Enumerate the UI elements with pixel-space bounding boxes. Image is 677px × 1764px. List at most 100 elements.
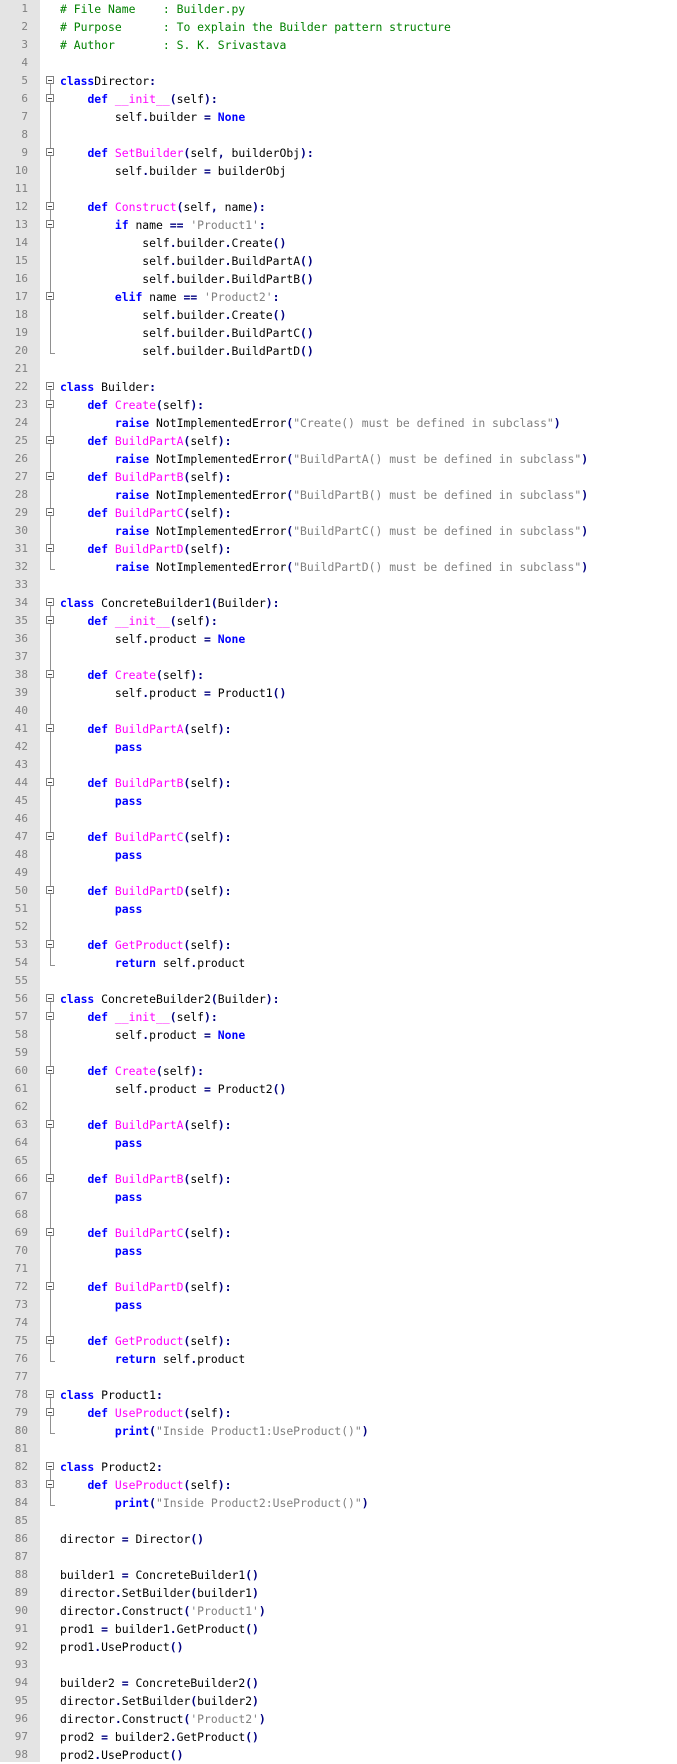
code-line[interactable]: 92 prod1.UseProduct() <box>0 1638 677 1656</box>
code-line[interactable]: 32 raise NotImplementedError("BuildPartD… <box>0 558 677 576</box>
code-line[interactable]: 87 <box>0 1548 677 1566</box>
code-line[interactable]: 14 self.builder.Create() <box>0 234 677 252</box>
code-line[interactable]: 20 self.builder.BuildPartD() <box>0 342 677 360</box>
code-line[interactable]: 3 # Author : S. K. Srivastava <box>0 36 677 54</box>
code-line[interactable]: 51 pass <box>0 900 677 918</box>
fold-toggle-icon[interactable] <box>44 432 58 450</box>
code-line[interactable]: 30 raise NotImplementedError("BuildPartC… <box>0 522 677 540</box>
code-line[interactable]: 85 <box>0 1512 677 1530</box>
code-line[interactable]: 48 pass <box>0 846 677 864</box>
code-line[interactable]: 69 def BuildPartC(self): <box>0 1224 677 1242</box>
fold-toggle-icon[interactable] <box>44 72 58 90</box>
fold-toggle-icon[interactable] <box>44 1458 58 1476</box>
fold-toggle-icon[interactable] <box>44 540 58 558</box>
code-line[interactable]: 82 class Product2: <box>0 1458 677 1476</box>
code-line[interactable]: 2 # Purpose : To explain the Builder patt… <box>0 18 677 36</box>
code-line[interactable]: 58 self.product = None <box>0 1026 677 1044</box>
fold-toggle-icon[interactable] <box>44 144 58 162</box>
code-line[interactable]: 88 builder1 = ConcreteBuilder1() <box>0 1566 677 1584</box>
code-line[interactable]: 74 <box>0 1314 677 1332</box>
fold-toggle-icon[interactable] <box>44 216 58 234</box>
fold-toggle-icon[interactable] <box>44 774 58 792</box>
fold-toggle-icon[interactable] <box>44 666 58 684</box>
code-line[interactable]: 25 def BuildPartA(self): <box>0 432 677 450</box>
code-line[interactable]: 50 def BuildPartD(self): <box>0 882 677 900</box>
code-line[interactable]: 29 def BuildPartC(self): <box>0 504 677 522</box>
fold-toggle-icon[interactable] <box>44 1224 58 1242</box>
code-line[interactable]: 13 if name == 'Product1': <box>0 216 677 234</box>
code-line[interactable]: 31 def BuildPartD(self): <box>0 540 677 558</box>
code-line[interactable]: 95 director.SetBuilder(builder2) <box>0 1692 677 1710</box>
code-line[interactable]: 86 director = Director() <box>0 1530 677 1548</box>
fold-toggle-icon[interactable] <box>44 468 58 486</box>
fold-toggle-icon[interactable] <box>44 1386 58 1404</box>
code-line[interactable]: 4 <box>0 54 677 72</box>
code-line[interactable]: 1 # File Name : Builder.py <box>0 0 677 18</box>
code-line[interactable]: 62 <box>0 1098 677 1116</box>
code-line[interactable]: 16 self.builder.BuildPartB() <box>0 270 677 288</box>
code-line[interactable]: 41 def BuildPartA(self): <box>0 720 677 738</box>
code-line[interactable]: 79 def UseProduct(self): <box>0 1404 677 1422</box>
code-line[interactable]: 57 def __init__(self): <box>0 1008 677 1026</box>
code-line[interactable]: 52 <box>0 918 677 936</box>
code-editor[interactable]: 1 # File Name : Builder.py 2 # Purpose : To… <box>0 0 677 1764</box>
code-line[interactable]: 64 pass <box>0 1134 677 1152</box>
code-line[interactable]: 70 pass <box>0 1242 677 1260</box>
code-line[interactable]: 60 def Create(self): <box>0 1062 677 1080</box>
code-line[interactable]: 36 self.product = None <box>0 630 677 648</box>
fold-toggle-icon[interactable] <box>44 504 58 522</box>
code-line[interactable]: 23 def Create(self): <box>0 396 677 414</box>
code-line[interactable]: 35 def __init__(self): <box>0 612 677 630</box>
code-line[interactable]: 59 <box>0 1044 677 1062</box>
fold-toggle-icon[interactable] <box>44 378 58 396</box>
code-line[interactable]: 37 <box>0 648 677 666</box>
code-line[interactable]: 80 print("Inside Product1:UseProduct()") <box>0 1422 677 1440</box>
code-line[interactable]: 68 <box>0 1206 677 1224</box>
code-line[interactable]: 67 pass <box>0 1188 677 1206</box>
code-line[interactable]: 84 print("Inside Product2:UseProduct()") <box>0 1494 677 1512</box>
code-line[interactable]: 26 raise NotImplementedError("BuildPartA… <box>0 450 677 468</box>
code-line[interactable]: 93 <box>0 1656 677 1674</box>
code-line[interactable]: 72 def BuildPartD(self): <box>0 1278 677 1296</box>
code-line[interactable]: 73 pass <box>0 1296 677 1314</box>
code-line[interactable]: 65 <box>0 1152 677 1170</box>
fold-toggle-icon[interactable] <box>44 396 58 414</box>
fold-toggle-icon[interactable] <box>44 990 58 1008</box>
fold-toggle-icon[interactable] <box>44 1008 58 1026</box>
fold-toggle-icon[interactable] <box>44 90 58 108</box>
code-line[interactable]: 49 <box>0 864 677 882</box>
fold-toggle-icon[interactable] <box>44 288 58 306</box>
code-line[interactable]: 96 director.Construct('Product2') <box>0 1710 677 1728</box>
code-line[interactable]: 78 class Product1: <box>0 1386 677 1404</box>
code-line[interactable]: 39 self.product = Product1() <box>0 684 677 702</box>
code-line[interactable]: 77 <box>0 1368 677 1386</box>
code-line[interactable]: 75 def GetProduct(self): <box>0 1332 677 1350</box>
fold-toggle-icon[interactable] <box>44 882 58 900</box>
fold-toggle-icon[interactable] <box>44 1062 58 1080</box>
code-line[interactable]: 97 prod2 = builder2.GetProduct() <box>0 1728 677 1746</box>
code-line[interactable]: 10 self.builder = builderObj <box>0 162 677 180</box>
code-line[interactable]: 53 def GetProduct(self): <box>0 936 677 954</box>
code-line[interactable]: 7 self.builder = None <box>0 108 677 126</box>
code-line[interactable]: 54 return self.product <box>0 954 677 972</box>
fold-toggle-icon[interactable] <box>44 720 58 738</box>
fold-toggle-icon[interactable] <box>44 1404 58 1422</box>
fold-toggle-icon[interactable] <box>44 1278 58 1296</box>
code-line[interactable]: 19 self.builder.BuildPartC() <box>0 324 677 342</box>
fold-toggle-icon[interactable] <box>44 198 58 216</box>
code-line[interactable]: 15 self.builder.BuildPartA() <box>0 252 677 270</box>
code-line[interactable]: 34 class ConcreteBuilder1(Builder): <box>0 594 677 612</box>
fold-toggle-icon[interactable] <box>44 1170 58 1188</box>
code-line[interactable]: 22 class Builder: <box>0 378 677 396</box>
fold-toggle-icon[interactable] <box>44 936 58 954</box>
code-line[interactable]: 56 class ConcreteBuilder2(Builder): <box>0 990 677 1008</box>
code-line[interactable]: 5 classDirector: <box>0 72 677 90</box>
code-line[interactable]: 47 def BuildPartC(self): <box>0 828 677 846</box>
code-line[interactable]: 81 <box>0 1440 677 1458</box>
code-line[interactable]: 42 pass <box>0 738 677 756</box>
fold-toggle-icon[interactable] <box>44 828 58 846</box>
code-line[interactable]: 27 def BuildPartB(self): <box>0 468 677 486</box>
code-line[interactable]: 18 self.builder.Create() <box>0 306 677 324</box>
code-line[interactable]: 44 def BuildPartB(self): <box>0 774 677 792</box>
code-line[interactable]: 76 return self.product <box>0 1350 677 1368</box>
